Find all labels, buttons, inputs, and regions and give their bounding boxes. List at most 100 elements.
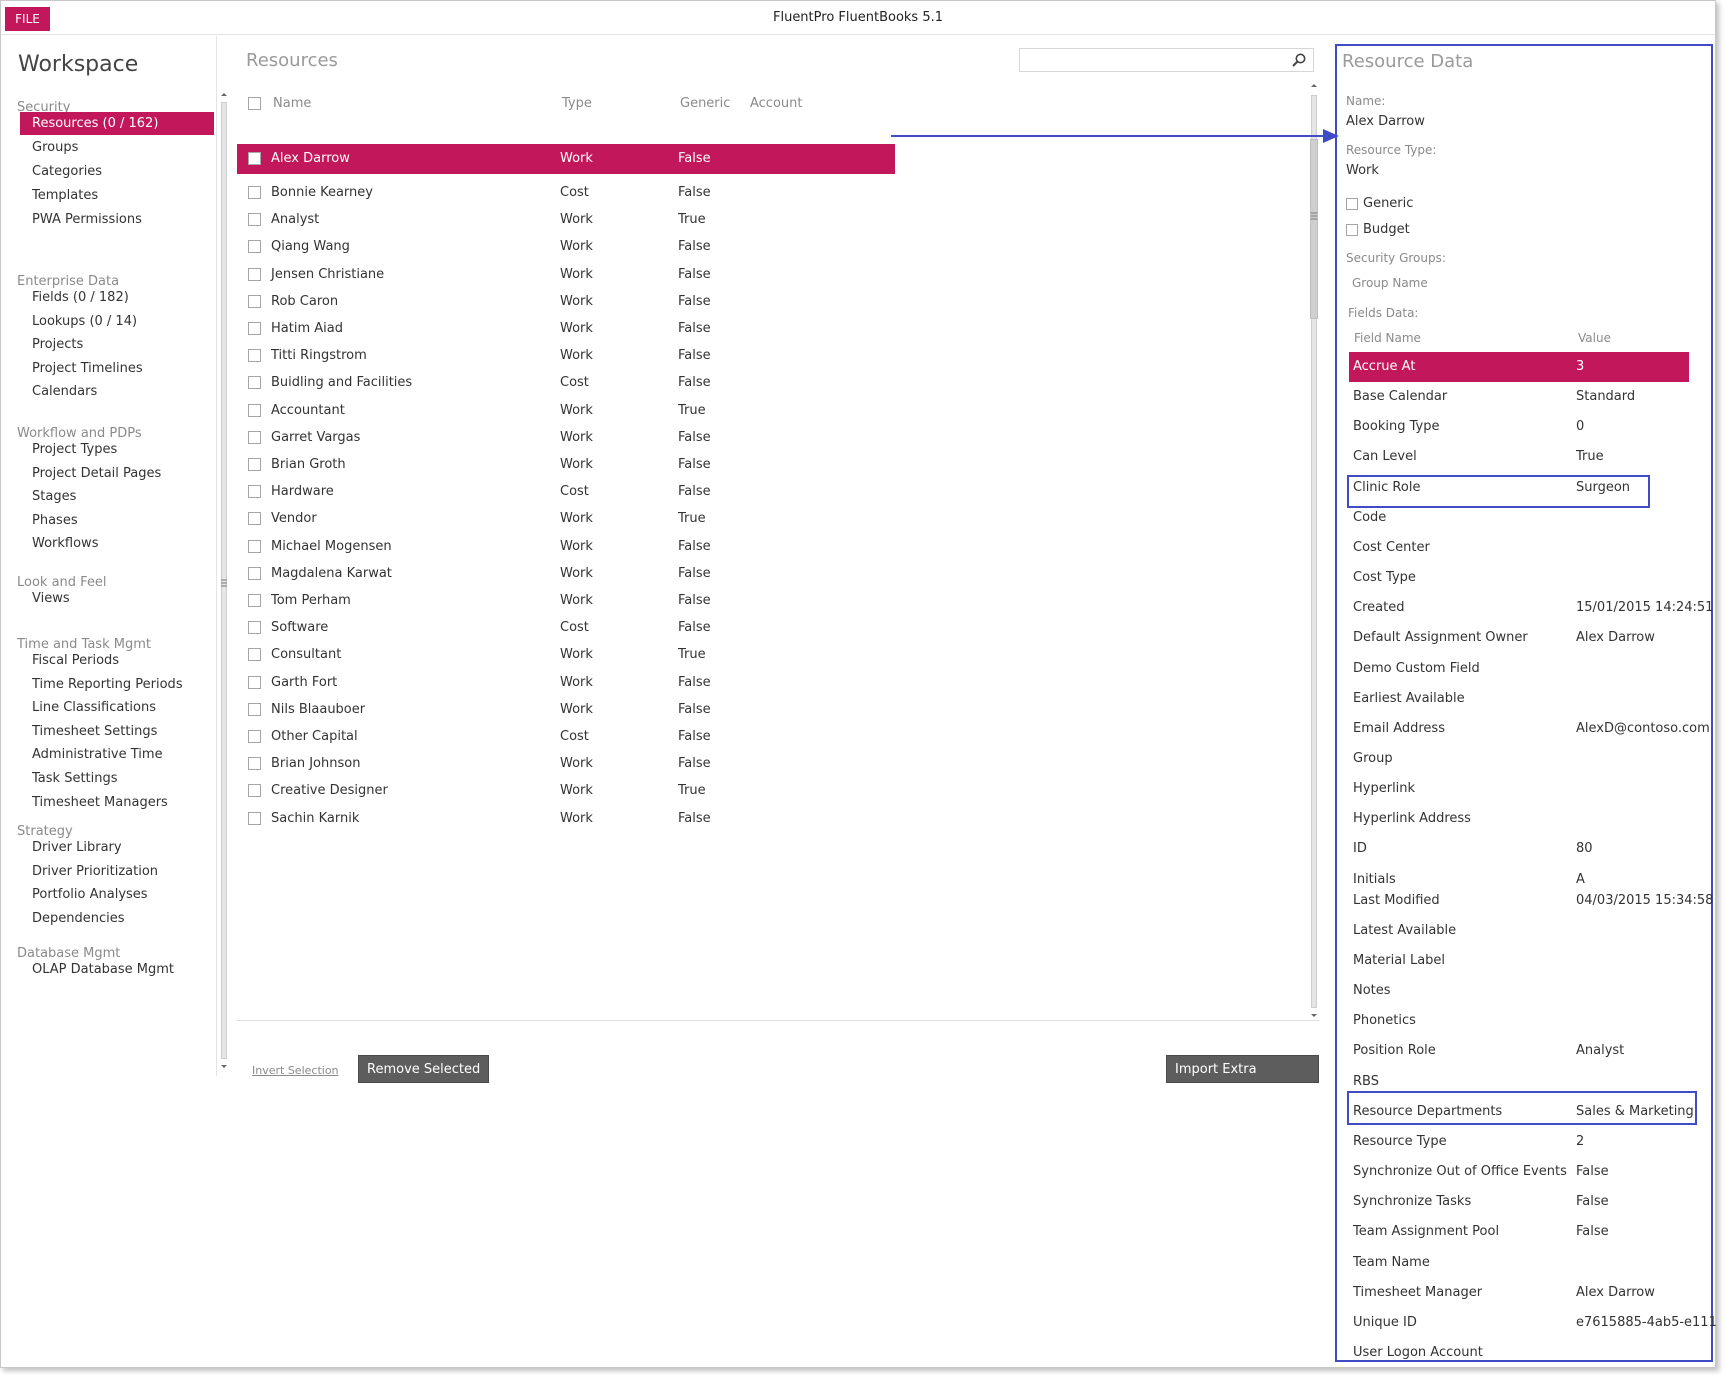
sidebar-item-driver-library[interactable]: Driver Library: [20, 836, 214, 859]
sidebar-item-timesheet-managers[interactable]: Timesheet Managers: [20, 791, 214, 814]
sidebar-item-dependencies[interactable]: Dependencies: [20, 907, 214, 930]
sidebar-item-timesheet-settings[interactable]: Timesheet Settings: [20, 720, 214, 743]
generic-checkbox[interactable]: Generic: [1346, 196, 1466, 214]
scroll-down-icon[interactable]: [217, 1061, 231, 1073]
budget-checkbox[interactable]: Budget: [1346, 222, 1466, 240]
import-extra-resources-button[interactable]: Import Extra Resources: [1166, 1055, 1319, 1105]
row-checkbox[interactable]: [248, 213, 261, 227]
row-checkbox[interactable]: [248, 403, 261, 417]
row-checkbox[interactable]: [248, 512, 261, 526]
field-row-unique-id[interactable]: Unique ID e7615885-4ab5-e111: [1349, 1308, 1717, 1338]
invert-selection-link[interactable]: Invert Selection: [252, 1064, 339, 1077]
table-row[interactable]: Garth Fort Work False: [237, 668, 895, 698]
field-row-earliest-available[interactable]: Earliest Available: [1349, 684, 1689, 714]
table-row[interactable]: Buidling and Facilities Cost False: [237, 368, 895, 398]
table-row[interactable]: Analyst Work True: [237, 205, 895, 235]
row-checkbox[interactable]: [248, 322, 261, 335]
field-row-phonetics[interactable]: Phonetics: [1349, 1006, 1689, 1036]
sidebar-item-views[interactable]: Views: [20, 587, 214, 610]
field-row-demo-custom-field[interactable]: Demo Custom Field: [1349, 654, 1689, 684]
field-row-team-name[interactable]: Team Name: [1349, 1248, 1689, 1278]
row-checkbox[interactable]: [248, 539, 261, 553]
field-row-material-label[interactable]: Material Label: [1349, 946, 1689, 976]
row-checkbox[interactable]: [248, 152, 261, 165]
group-name-header[interactable]: Group Name: [1352, 276, 1428, 290]
field-row-cost-type[interactable]: Cost Type: [1349, 563, 1689, 593]
table-row[interactable]: Michael Mogensen Work False: [237, 532, 895, 562]
row-checkbox[interactable]: [248, 648, 261, 662]
sidebar-item-groups[interactable]: Groups: [20, 136, 214, 159]
search-input[interactable]: [1019, 48, 1314, 72]
field-row-last-modified[interactable]: Last Modified 04/03/2015 15:34:58: [1349, 886, 1713, 916]
field-row-notes[interactable]: Notes: [1349, 976, 1689, 1006]
sidebar-item-portfolio-analyses[interactable]: Portfolio Analyses: [20, 883, 214, 906]
sidebar-item-project-types[interactable]: Project Types: [20, 438, 214, 461]
row-checkbox[interactable]: [248, 594, 261, 607]
field-row-default-assignment-owner[interactable]: Default Assignment Owner Alex Darrow: [1349, 623, 1689, 653]
table-row[interactable]: Hatim Aiad Work False: [237, 314, 895, 344]
field-name-header[interactable]: Field Name: [1354, 331, 1421, 345]
table-row[interactable]: Tom Perham Work False: [237, 586, 895, 616]
field-row-synchronize-out-of-office-events[interactable]: Synchronize Out of Office Events False: [1349, 1157, 1689, 1187]
sidebar-item-calendars[interactable]: Calendars: [20, 380, 214, 403]
table-row[interactable]: Software Cost False: [237, 613, 895, 643]
table-row[interactable]: Vendor Work True: [237, 504, 895, 534]
field-row-hyperlink[interactable]: Hyperlink: [1349, 774, 1689, 804]
sidebar-item-project-timelines[interactable]: Project Timelines: [20, 357, 214, 380]
sidebar-item-time-reporting-periods[interactable]: Time Reporting Periods: [20, 673, 214, 696]
row-checkbox[interactable]: [248, 621, 261, 635]
table-row[interactable]: Brian Johnson Work False: [237, 749, 895, 779]
table-row[interactable]: Qiang Wang Work False: [237, 232, 895, 262]
row-checkbox[interactable]: [248, 349, 261, 363]
sidebar-item-workflows[interactable]: Workflows: [20, 532, 214, 555]
table-row[interactable]: Accountant Work True: [237, 396, 895, 426]
table-row[interactable]: Consultant Work True: [237, 640, 895, 670]
field-row-resource-type[interactable]: Resource Type 2: [1349, 1127, 1689, 1157]
row-checkbox[interactable]: [248, 186, 261, 199]
scroll-up-icon[interactable]: [1307, 79, 1321, 91]
remove-selected-button[interactable]: Remove Selected: [358, 1055, 490, 1083]
field-row-team-assignment-pool[interactable]: Team Assignment Pool False: [1349, 1217, 1689, 1247]
row-checkbox[interactable]: [248, 566, 261, 580]
column-header-name[interactable]: Name: [273, 96, 311, 111]
row-checkbox[interactable]: [248, 458, 261, 471]
select-all-checkbox[interactable]: [248, 97, 261, 110]
field-row-timesheet-manager[interactable]: Timesheet Manager Alex Darrow: [1349, 1278, 1689, 1308]
field-row-group[interactable]: Group: [1349, 744, 1689, 774]
table-row[interactable]: Nils Blaauboer Work False: [237, 695, 895, 725]
row-checkbox[interactable]: [248, 730, 261, 743]
table-row[interactable]: Bonnie Kearney Cost False: [237, 178, 895, 208]
scroll-up-icon[interactable]: [217, 88, 231, 100]
row-checkbox[interactable]: [248, 675, 261, 689]
sidebar-item-fields-0-182[interactable]: Fields (0 / 182): [20, 286, 214, 309]
sidebar-item-stages[interactable]: Stages: [20, 485, 214, 508]
resources-scrollbar[interactable]: [1307, 79, 1321, 1024]
field-row-id[interactable]: ID 80: [1349, 834, 1689, 864]
table-row[interactable]: Magdalena Karwat Work False: [237, 559, 895, 589]
column-header-generic[interactable]: Generic: [680, 96, 730, 111]
table-row[interactable]: Other Capital Cost False: [237, 722, 895, 752]
value-header[interactable]: Value: [1578, 331, 1611, 345]
sidebar-item-project-detail-pages[interactable]: Project Detail Pages: [20, 462, 214, 485]
budget-checkbox-box[interactable]: [1346, 224, 1358, 236]
field-row-latest-available[interactable]: Latest Available: [1349, 916, 1689, 946]
sidebar-scrollbar[interactable]: [217, 88, 231, 1073]
row-checkbox[interactable]: [248, 376, 261, 390]
sidebar-item-projects[interactable]: Projects: [20, 333, 214, 356]
table-row[interactable]: Alex Darrow Work False: [237, 144, 895, 174]
field-row-base-calendar[interactable]: Base Calendar Standard: [1349, 382, 1689, 412]
table-row[interactable]: Sachin Karnik Work False: [237, 804, 895, 834]
table-row[interactable]: Creative Designer Work True: [237, 776, 895, 806]
row-checkbox[interactable]: [248, 267, 261, 281]
table-row[interactable]: Titti Ringstrom Work False: [237, 341, 895, 371]
sidebar-item-line-classifications[interactable]: Line Classifications: [20, 696, 214, 719]
resources-scroll-thumb[interactable]: [1310, 139, 1318, 319]
field-row-created[interactable]: Created 15/01/2015 14:24:51: [1349, 593, 1713, 623]
column-header-account[interactable]: Account: [750, 96, 803, 111]
generic-checkbox-box[interactable]: [1346, 198, 1358, 210]
field-row-cost-center[interactable]: Cost Center: [1349, 533, 1689, 563]
field-row-position-role[interactable]: Position Role Analyst: [1349, 1036, 1689, 1066]
table-row[interactable]: Jensen Christiane Work False: [237, 260, 895, 290]
sidebar-item-driver-prioritization[interactable]: Driver Prioritization: [20, 860, 214, 883]
row-checkbox[interactable]: [248, 757, 261, 771]
